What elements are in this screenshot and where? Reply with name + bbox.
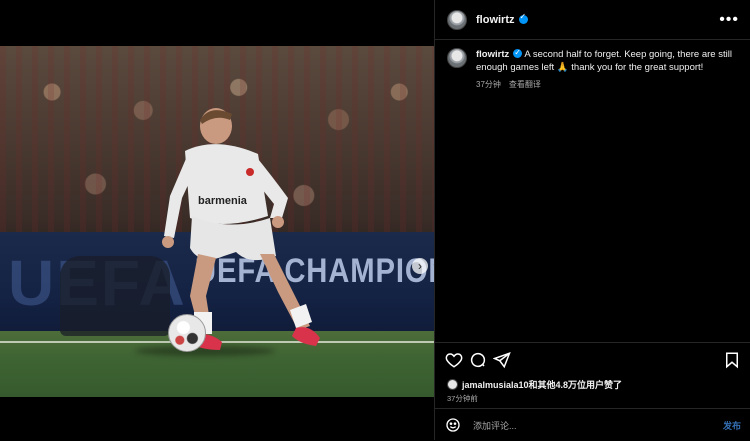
likes-text: jamalmusiala10和其他4.8万位用户赞了 bbox=[462, 380, 623, 390]
media-pane: UEFA UEFA CHAMPIONS LE bbox=[0, 0, 434, 440]
caption-verified-badge-icon bbox=[513, 46, 523, 59]
post-header: flowirtz ••• bbox=[435, 0, 750, 40]
carousel-next-button[interactable]: › bbox=[412, 258, 428, 274]
post-photo[interactable]: UEFA UEFA CHAMPIONS LE bbox=[0, 46, 434, 397]
caption-username[interactable]: flowirtz bbox=[476, 49, 509, 60]
like-heart-icon[interactable] bbox=[445, 351, 463, 369]
share-send-icon[interactable] bbox=[493, 351, 511, 369]
likes-summary[interactable]: jamalmusiala10和其他4.8万位用户赞了 bbox=[447, 378, 622, 391]
save-bookmark-icon[interactable] bbox=[723, 351, 741, 369]
emoji-icon[interactable] bbox=[445, 417, 461, 433]
football bbox=[168, 314, 206, 352]
post-caption: flowirtz A second half to forget. Keep g… bbox=[447, 46, 739, 91]
comment-input[interactable]: 添加评论... bbox=[473, 419, 517, 432]
see-translation-link[interactable]: 查看翻译 bbox=[509, 80, 541, 89]
more-options-icon[interactable]: ••• bbox=[719, 11, 739, 29]
caption-author-avatar[interactable] bbox=[447, 48, 467, 68]
caption-time: 37分钟 bbox=[476, 80, 501, 89]
comment-icon[interactable] bbox=[469, 351, 487, 369]
actions-bar: jamalmusiala10和其他4.8万位用户赞了 37分钟前 添加评论...… bbox=[435, 342, 750, 440]
comment-composer: 添加评论... 发布 bbox=[435, 408, 750, 441]
author-username[interactable]: flowirtz bbox=[476, 14, 515, 26]
post-timestamp: 37分钟前 bbox=[447, 394, 478, 403]
verified-badge-icon bbox=[518, 12, 528, 24]
post-details-pane: flowirtz ••• flowirtz A second half to f… bbox=[434, 0, 750, 440]
liker-avatar[interactable] bbox=[447, 379, 458, 390]
jersey-sponsor: barmenia bbox=[198, 195, 248, 207]
post-comment-button[interactable]: 发布 bbox=[723, 419, 741, 432]
author-avatar[interactable] bbox=[447, 9, 467, 30]
